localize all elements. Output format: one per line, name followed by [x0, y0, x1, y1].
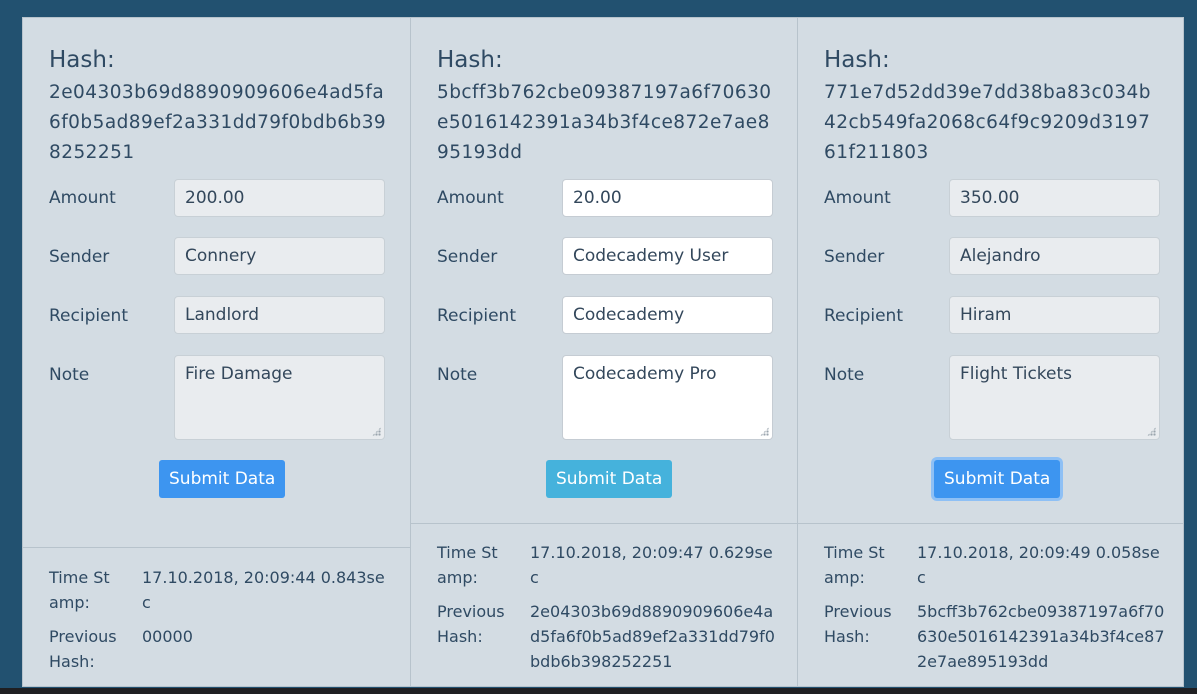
sender-field[interactable]: Alejandro — [949, 237, 1160, 275]
timestamp-value: 17.10.2018, 20:09:49 0.058sec — [917, 543, 1160, 587]
previous-hash-label: Previous Hash: — [437, 602, 505, 646]
amount-field[interactable]: 20.00 — [562, 179, 773, 217]
block-hash: 771e7d52dd39e7dd38ba83c034b42cb549fa2068… — [824, 82, 1151, 163]
hash-label: Hash: — [49, 47, 115, 73]
timestamp-label: Time Stamp: — [49, 568, 110, 612]
hash-label: Hash: — [824, 47, 890, 73]
previous-hash-value: 2e04303b69d8890909606e4ad5fa6f0b5ad89ef2… — [530, 602, 775, 671]
recipient-field[interactable]: Codecademy — [562, 296, 773, 334]
sender-label: Sender — [49, 247, 110, 267]
note-label: Note — [824, 365, 865, 385]
sender-field[interactable]: Connery — [174, 237, 385, 275]
timestamp-label: Time Stamp: — [824, 543, 885, 587]
previous-hash-label: Previous Hash: — [824, 602, 892, 646]
previous-hash-value: 5bcff3b762cbe09387197a6f70630e5016142391… — [917, 602, 1165, 671]
submit-data-button[interactable]: Submit Data — [934, 460, 1061, 498]
amount-label: Amount — [437, 188, 504, 208]
resize-grip-icon[interactable] — [1147, 427, 1156, 436]
timestamp-value: 17.10.2018, 20:09:47 0.629sec — [530, 543, 773, 587]
timestamp-label: Time Stamp: — [437, 543, 498, 587]
sender-label: Sender — [824, 247, 885, 267]
note-field[interactable]: Codecademy Pro — [562, 355, 773, 440]
sender-label: Sender — [437, 247, 498, 267]
block-hash: 5bcff3b762cbe09387197a6f70630e5016142391… — [437, 82, 772, 163]
recipient-field[interactable]: Hiram — [949, 296, 1160, 334]
note-text: Codecademy Pro — [573, 364, 717, 384]
amount-field[interactable]: 350.00 — [949, 179, 1160, 217]
taskbar-edge — [0, 688, 1197, 694]
note-field[interactable]: Fire Damage — [174, 355, 385, 440]
submit-data-button[interactable]: Submit Data — [159, 460, 286, 498]
note-label: Note — [49, 365, 90, 385]
resize-grip-icon[interactable] — [760, 427, 769, 436]
block-hash: 2e04303b69d8890909606e4ad5fa6f0b5ad89ef2… — [49, 82, 387, 163]
sender-field[interactable]: Codecademy User — [562, 237, 773, 275]
recipient-label: Recipient — [824, 306, 903, 326]
recipient-label: Recipient — [49, 306, 128, 326]
timestamp-value: 17.10.2018, 20:09:44 0.843sec — [142, 568, 385, 612]
block-card-3: Hash: 771e7d52dd39e7dd38ba83c034b42cb549… — [797, 18, 1184, 686]
resize-grip-icon[interactable] — [372, 427, 381, 436]
card-footer-divider — [23, 547, 410, 548]
submit-data-button[interactable]: Submit Data — [546, 460, 673, 498]
card-footer-divider — [798, 523, 1184, 524]
amount-field[interactable]: 200.00 — [174, 179, 385, 217]
blockchain-panel: Hash: 2e04303b69d8890909606e4ad5fa6f0b5a… — [22, 17, 1184, 687]
note-field[interactable]: Flight Tickets — [949, 355, 1160, 440]
note-text: Flight Tickets — [960, 364, 1073, 384]
amount-label: Amount — [824, 188, 891, 208]
amount-label: Amount — [49, 188, 116, 208]
hash-label: Hash: — [437, 47, 503, 73]
note-label: Note — [437, 365, 478, 385]
card-footer-divider — [411, 523, 797, 524]
recipient-label: Recipient — [437, 306, 516, 326]
note-text: Fire Damage — [185, 364, 293, 384]
previous-hash-value: 00000 — [142, 627, 193, 646]
previous-hash-label: Previous Hash: — [49, 627, 117, 671]
block-card-1: Hash: 2e04303b69d8890909606e4ad5fa6f0b5a… — [23, 18, 410, 686]
block-card-2: Hash: 5bcff3b762cbe09387197a6f70630e5016… — [410, 18, 797, 686]
recipient-field[interactable]: Landlord — [174, 296, 385, 334]
